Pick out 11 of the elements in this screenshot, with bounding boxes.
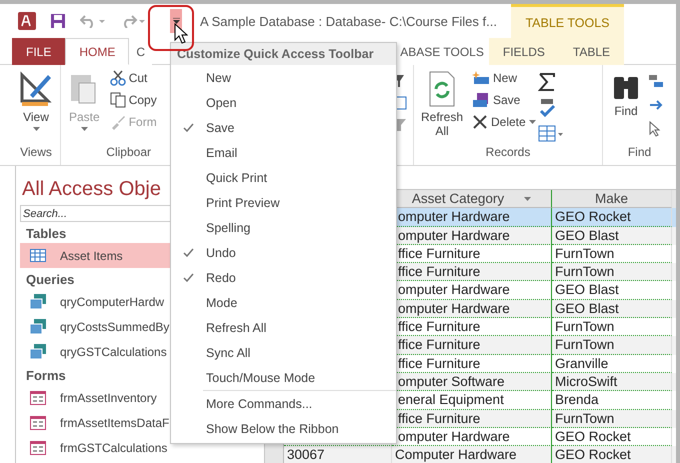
group-label: Views bbox=[19, 145, 53, 161]
pane-title: All Access Obje bbox=[22, 178, 161, 201]
table-cell: GEO Rocket bbox=[552, 446, 672, 463]
window-title: A Sample Database : Database- C:\Course Files f... bbox=[200, 14, 497, 28]
table-cell: Computer Hardware bbox=[392, 446, 552, 463]
group-label: Clipboar bbox=[105, 145, 151, 161]
group-label: Records bbox=[484, 145, 532, 161]
group-label: Find bbox=[626, 145, 652, 161]
table-cell: 30067 bbox=[284, 446, 392, 463]
contextual-tab-header: TABLE TOOLS bbox=[510, 4, 624, 38]
menu-header: Customize Quick Access Toolbar bbox=[171, 43, 396, 65]
